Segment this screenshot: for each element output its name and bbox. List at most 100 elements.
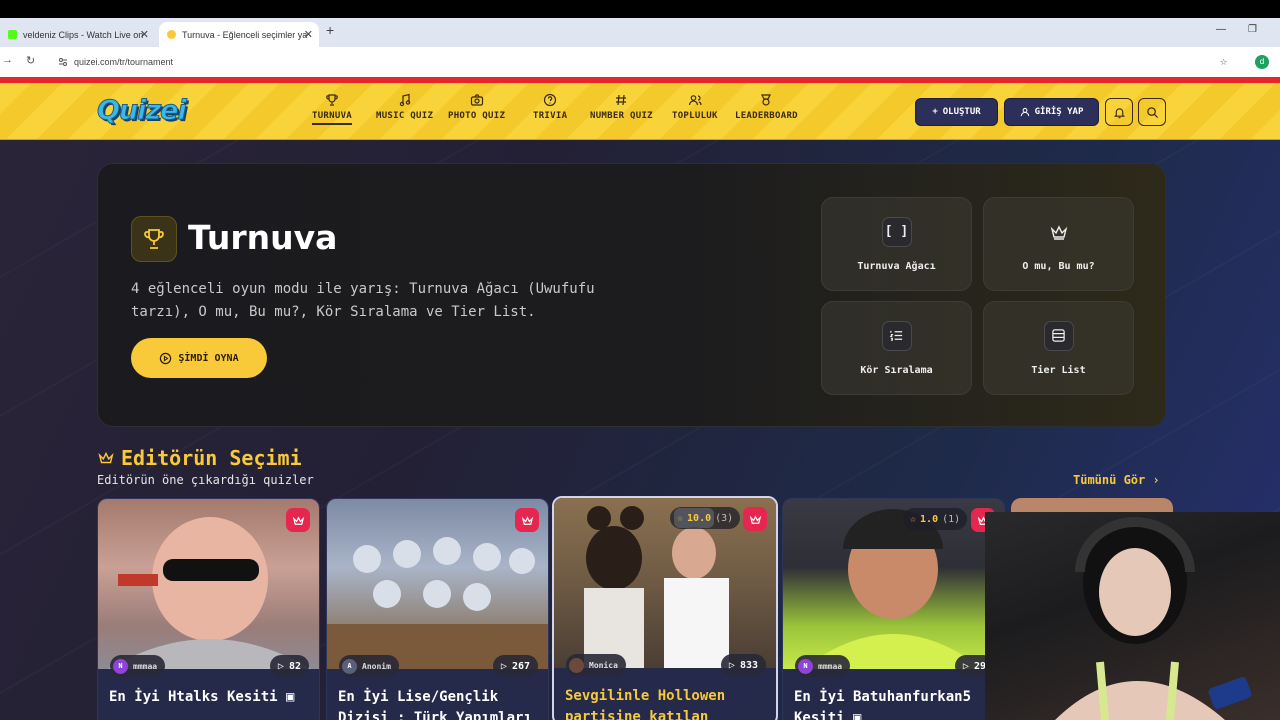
music-icon xyxy=(399,93,410,107)
quiz-title: Sevgilinle Hollowen partisine katılan xyxy=(565,688,726,720)
main-content: Turnuva 4 eğlenceli oyun modu ile yarış:… xyxy=(0,140,1280,720)
quiz-card[interactable]: A Anonim ▷ 267 En İyi Lise/Gençlik Dizisi … xyxy=(326,498,549,720)
mode-label: O mu, Bu mu? xyxy=(1022,260,1095,272)
nav-trivia[interactable]: TRIVIA xyxy=(533,93,567,121)
nav-photo-quiz[interactable]: PHOTO QUIZ xyxy=(448,93,505,121)
hero-description: 4 eğlenceli oyun modu ile yarış: Turnuva… xyxy=(131,281,595,320)
address-bar-row: → ↻ quizei.com/tr/tournament ☆ d xyxy=(0,47,1280,77)
quizei-logo[interactable]: Quizei xyxy=(97,95,188,127)
minimize-icon[interactable]: — xyxy=(1216,24,1226,35)
list-ordered-icon xyxy=(881,320,912,351)
play-count: ▷ 267 xyxy=(492,655,538,677)
mode-turnuva-agaci[interactable]: [ ] Turnuva Ağacı xyxy=(821,197,972,291)
mode-label: Turnuva Ağacı xyxy=(857,260,936,272)
play-count-value: 267 xyxy=(511,660,530,672)
see-all-link[interactable]: Tümünü Gör › xyxy=(1073,473,1160,487)
nav-label: PHOTO QUIZ xyxy=(448,111,506,121)
rating-chip: ☆ 10.0 (3) xyxy=(670,507,741,529)
tier-list-icon xyxy=(1043,320,1074,351)
nav-turnuva[interactable]: TURNUVA xyxy=(312,93,353,125)
bookmark-star-icon[interactable]: ☆ xyxy=(1220,54,1227,68)
nav-music-quiz[interactable]: MUSIC QUIZ xyxy=(376,93,433,121)
nav-label: LEADERBOARD xyxy=(735,111,798,121)
play-count: ▷ 833 xyxy=(720,654,766,676)
nav-label: TOPLULUK xyxy=(672,111,718,121)
reload-icon[interactable]: ↻ xyxy=(26,54,35,67)
play-count: ▷ 82 xyxy=(269,655,309,677)
browser-tab-quizei[interactable]: Turnuva - Eğlenceli seçimler ya ✕ xyxy=(159,22,319,47)
forward-icon[interactable]: → xyxy=(2,54,13,66)
tab-title: veldeniz Clips - Watch Live on xyxy=(23,29,144,40)
star-icon: ☆ xyxy=(910,513,917,525)
create-label: OLUŞTUR xyxy=(942,107,981,117)
crown-icon xyxy=(749,514,761,524)
crown-icon xyxy=(292,515,304,525)
rating-count: (3) xyxy=(715,512,734,524)
search-icon xyxy=(1146,106,1158,118)
author-chip[interactable]: Nmmmaa xyxy=(110,655,166,677)
camera-icon xyxy=(470,94,483,106)
quizei-favicon-icon xyxy=(167,30,176,39)
webcam-overlay xyxy=(985,512,1280,720)
rating-chip: ☆ 1.0 (1) xyxy=(903,508,968,530)
notifications-button[interactable] xyxy=(1105,98,1133,126)
restore-icon[interactable]: ❐ xyxy=(1248,24,1257,35)
users-icon xyxy=(688,95,702,106)
nav-leaderboard[interactable]: LEADERBOARD xyxy=(735,93,798,121)
search-button[interactable] xyxy=(1138,98,1166,126)
quiz-card[interactable]: ☆ 1.0 (1) Nmmmaa ▷ 29 En İyi Batuhanfurkan5… xyxy=(782,498,1005,720)
editor-pick-badge xyxy=(286,508,310,532)
close-tab-icon[interactable]: ✕ xyxy=(140,28,149,41)
star-icon: ☆ xyxy=(677,512,684,524)
profile-avatar[interactable]: d xyxy=(1255,55,1269,69)
play-now-button[interactable]: ŞİMDİ OYNA xyxy=(131,338,267,378)
new-tab-button[interactable]: + xyxy=(326,22,334,38)
author-name: Anonim xyxy=(362,661,391,671)
crown-icon xyxy=(98,451,114,464)
trophy-icon xyxy=(144,229,164,249)
author-chip[interactable]: A Anonim xyxy=(339,655,399,677)
webcam-figure xyxy=(1055,517,1252,720)
avatar: A xyxy=(342,658,357,674)
close-tab-icon[interactable]: ✕ xyxy=(304,28,313,41)
browser-tab-bar: veldeniz Clips - Watch Live on ✕ Turnuva… xyxy=(0,18,1280,47)
play-icon: ▷ xyxy=(277,660,284,672)
mode-tier-list[interactable]: Tier List xyxy=(983,301,1134,395)
author-name: mmmaa xyxy=(818,661,843,671)
kick-favicon-icon xyxy=(8,30,17,39)
site-info-icon[interactable] xyxy=(58,57,68,67)
see-all-label: Tümünü Gör xyxy=(1073,473,1146,487)
editor-pick-badge xyxy=(743,507,767,531)
play-count-value: 82 xyxy=(288,660,301,672)
crown-icon xyxy=(521,515,533,525)
nav-number-quiz[interactable]: NUMBER QUIZ xyxy=(590,93,653,121)
site-header: Quizei TURNUVA MUSIC QUIZ PHOTO QUIZ TRI… xyxy=(0,83,1280,140)
author-name: mmmaa xyxy=(133,661,158,671)
play-circle-icon xyxy=(160,352,172,364)
url-field[interactable]: quizei.com/tr/tournament xyxy=(52,51,1222,73)
rating-value: 1.0 xyxy=(920,513,939,525)
mode-label: Kör Sıralama xyxy=(860,364,933,376)
mode-o-mu-bu-mu[interactable]: O mu, Bu mu? xyxy=(983,197,1134,291)
crown-icon xyxy=(1044,217,1074,247)
hash-icon xyxy=(616,94,627,106)
section-title-text: Editörün Seçimi xyxy=(121,446,302,470)
login-button[interactable]: GİRİŞ YAP xyxy=(1004,98,1099,126)
nav-topluluk[interactable]: TOPLULUK xyxy=(672,93,718,121)
create-button[interactable]: + OLUŞTUR xyxy=(915,98,998,126)
author-chip[interactable]: Monica xyxy=(566,654,626,676)
play-now-label: ŞİMDİ OYNA xyxy=(178,352,239,364)
page-title: Turnuva xyxy=(188,218,338,257)
play-icon: ▷ xyxy=(962,660,969,672)
author-chip[interactable]: Nmmmaa xyxy=(795,655,851,677)
avatar: N xyxy=(798,658,813,674)
mode-kor-siralama[interactable]: Kör Sıralama xyxy=(821,301,972,395)
author-name: Monica xyxy=(589,660,618,670)
quiz-title: En İyi Htalks Kesiti ▣ xyxy=(109,689,295,705)
play-icon: ▷ xyxy=(728,659,735,671)
quiz-card[interactable]: ☆ 10.0 (3) Monica ▷ 833 Sevgilinle Hollowen… xyxy=(552,496,778,720)
browser-tab-kick[interactable]: veldeniz Clips - Watch Live on ✕ xyxy=(0,22,155,47)
quiz-title: En İyi Batuhanfurkan5 Kesiti ▣ xyxy=(794,689,972,720)
quiz-card[interactable]: Nmmmaa ▷ 82 En İyi Htalks Kesiti ▣ xyxy=(97,498,320,720)
user-icon xyxy=(1020,107,1029,117)
